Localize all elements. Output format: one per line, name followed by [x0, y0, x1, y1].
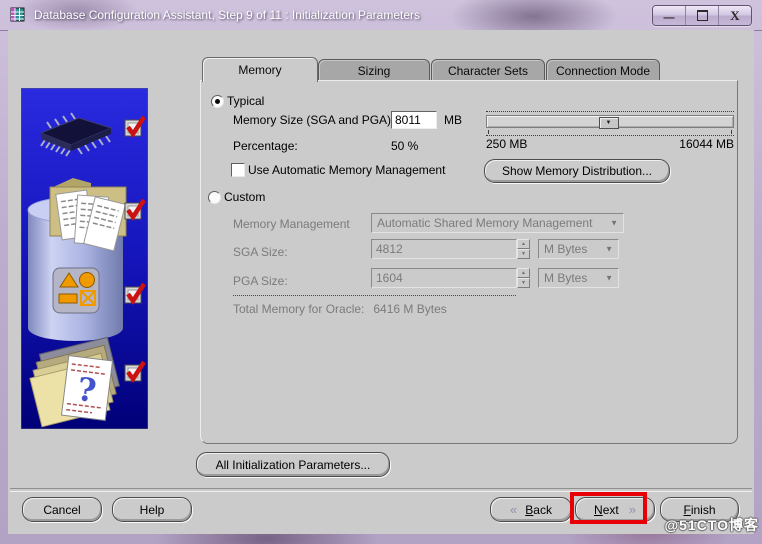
pga-size-field: 1604 [371, 268, 517, 288]
step-checkmark-4 [125, 362, 144, 381]
amm-checkbox[interactable] [231, 163, 245, 177]
sga-size-spinner: ▲ ▼ [517, 239, 530, 259]
all-initialization-parameters-button[interactable]: All Initialization Parameters... [196, 452, 390, 477]
spinner-up-icon: ▲ [517, 268, 530, 278]
tab-character-sets[interactable]: Character Sets [431, 59, 545, 81]
footer-divider [10, 488, 752, 491]
next-button[interactable]: Next » [575, 497, 655, 522]
close-button[interactable]: X [719, 6, 751, 25]
sga-unit-select: M Bytes ▼ [538, 239, 619, 259]
step-checkmark-1 [125, 117, 144, 136]
spinner-down-icon: ▼ [517, 278, 530, 288]
pga-unit-select: M Bytes ▼ [538, 268, 619, 288]
memory-size-slider[interactable]: ▼ [486, 111, 734, 139]
dbca-app-icon [10, 7, 25, 22]
back-chevron-icon: « [510, 502, 518, 517]
minimize-icon: — [663, 11, 675, 24]
step-checkmark-2 [125, 200, 144, 219]
memory-management-select: Automatic Shared Memory Management ▼ [371, 213, 624, 233]
pga-size-spinner: ▲ ▼ [517, 268, 530, 288]
dropdown-arrow-icon: ▼ [605, 273, 613, 283]
tab-connection-mode[interactable]: Connection Mode [546, 59, 660, 81]
spinner-down-icon: ▼ [517, 249, 530, 259]
cancel-button[interactable]: Cancel [22, 497, 102, 522]
close-icon: X [730, 7, 740, 23]
typical-radio-label: Typical [227, 94, 265, 108]
custom-section-divider [233, 295, 516, 296]
memory-tab-panel: Typical Memory Size (SGA and PGA): MB ▼ … [200, 80, 738, 444]
dropdown-arrow-icon: ▼ [605, 244, 613, 254]
sga-size-label: SGA Size: [233, 245, 288, 259]
percentage-value: 50 % [391, 139, 419, 153]
custom-radio[interactable] [208, 191, 221, 204]
minimize-button[interactable]: — [653, 6, 686, 25]
slider-focus-line-top [486, 111, 734, 112]
title-bar[interactable]: Database Configuration Assistant, Step 9… [0, 0, 762, 31]
typical-radio[interactable] [211, 95, 224, 108]
tab-memory[interactable]: Memory [202, 57, 318, 82]
memory-size-label: Memory Size (SGA and PGA): [233, 113, 395, 127]
dropdown-arrow-icon: ▼ [610, 218, 618, 228]
slider-tick-min [488, 130, 489, 134]
slider-thumb-arrow-icon: ▼ [605, 120, 612, 126]
slider-thumb[interactable]: ▼ [598, 117, 619, 129]
amm-checkbox-label: Use Automatic Memory Management [248, 163, 446, 177]
slider-max-label: 16044 MB [679, 137, 734, 151]
total-memory-value: 6416 M Bytes [373, 302, 447, 316]
window-title: Database Configuration Assistant, Step 9… [34, 8, 420, 22]
back-button[interactable]: « Back [490, 497, 572, 522]
memory-management-label: Memory Management [233, 217, 350, 231]
slider-focus-line-bottom [486, 135, 734, 136]
help-button[interactable]: Help [112, 497, 192, 522]
percentage-label: Percentage: [233, 139, 298, 153]
memory-size-input[interactable] [391, 111, 437, 129]
step-checkmark-3 [125, 284, 144, 303]
memory-size-unit: MB [444, 113, 462, 127]
window-controls: — X [652, 5, 752, 26]
maximize-button[interactable] [686, 6, 719, 25]
sga-size-field: 4812 [371, 239, 517, 259]
pga-size-label: PGA Size: [233, 274, 288, 288]
dbca-window: Database Configuration Assistant, Step 9… [0, 0, 762, 544]
tab-sizing[interactable]: Sizing [318, 59, 430, 81]
slider-tick-max [731, 130, 732, 134]
maximize-icon [696, 10, 708, 21]
slider-min-label: 250 MB [486, 137, 528, 151]
show-memory-distribution-button[interactable]: Show Memory Distribution... [484, 159, 670, 183]
watermark: @51CTO博客 [664, 517, 759, 533]
total-memory-label: Total Memory for Oracle: [233, 302, 365, 316]
custom-radio-label: Custom [224, 190, 266, 204]
wizard-progress-graphic: ? [21, 88, 148, 429]
spinner-up-icon: ▲ [517, 239, 530, 249]
shapes-icon [52, 267, 100, 314]
next-chevron-icon: » [628, 502, 636, 517]
